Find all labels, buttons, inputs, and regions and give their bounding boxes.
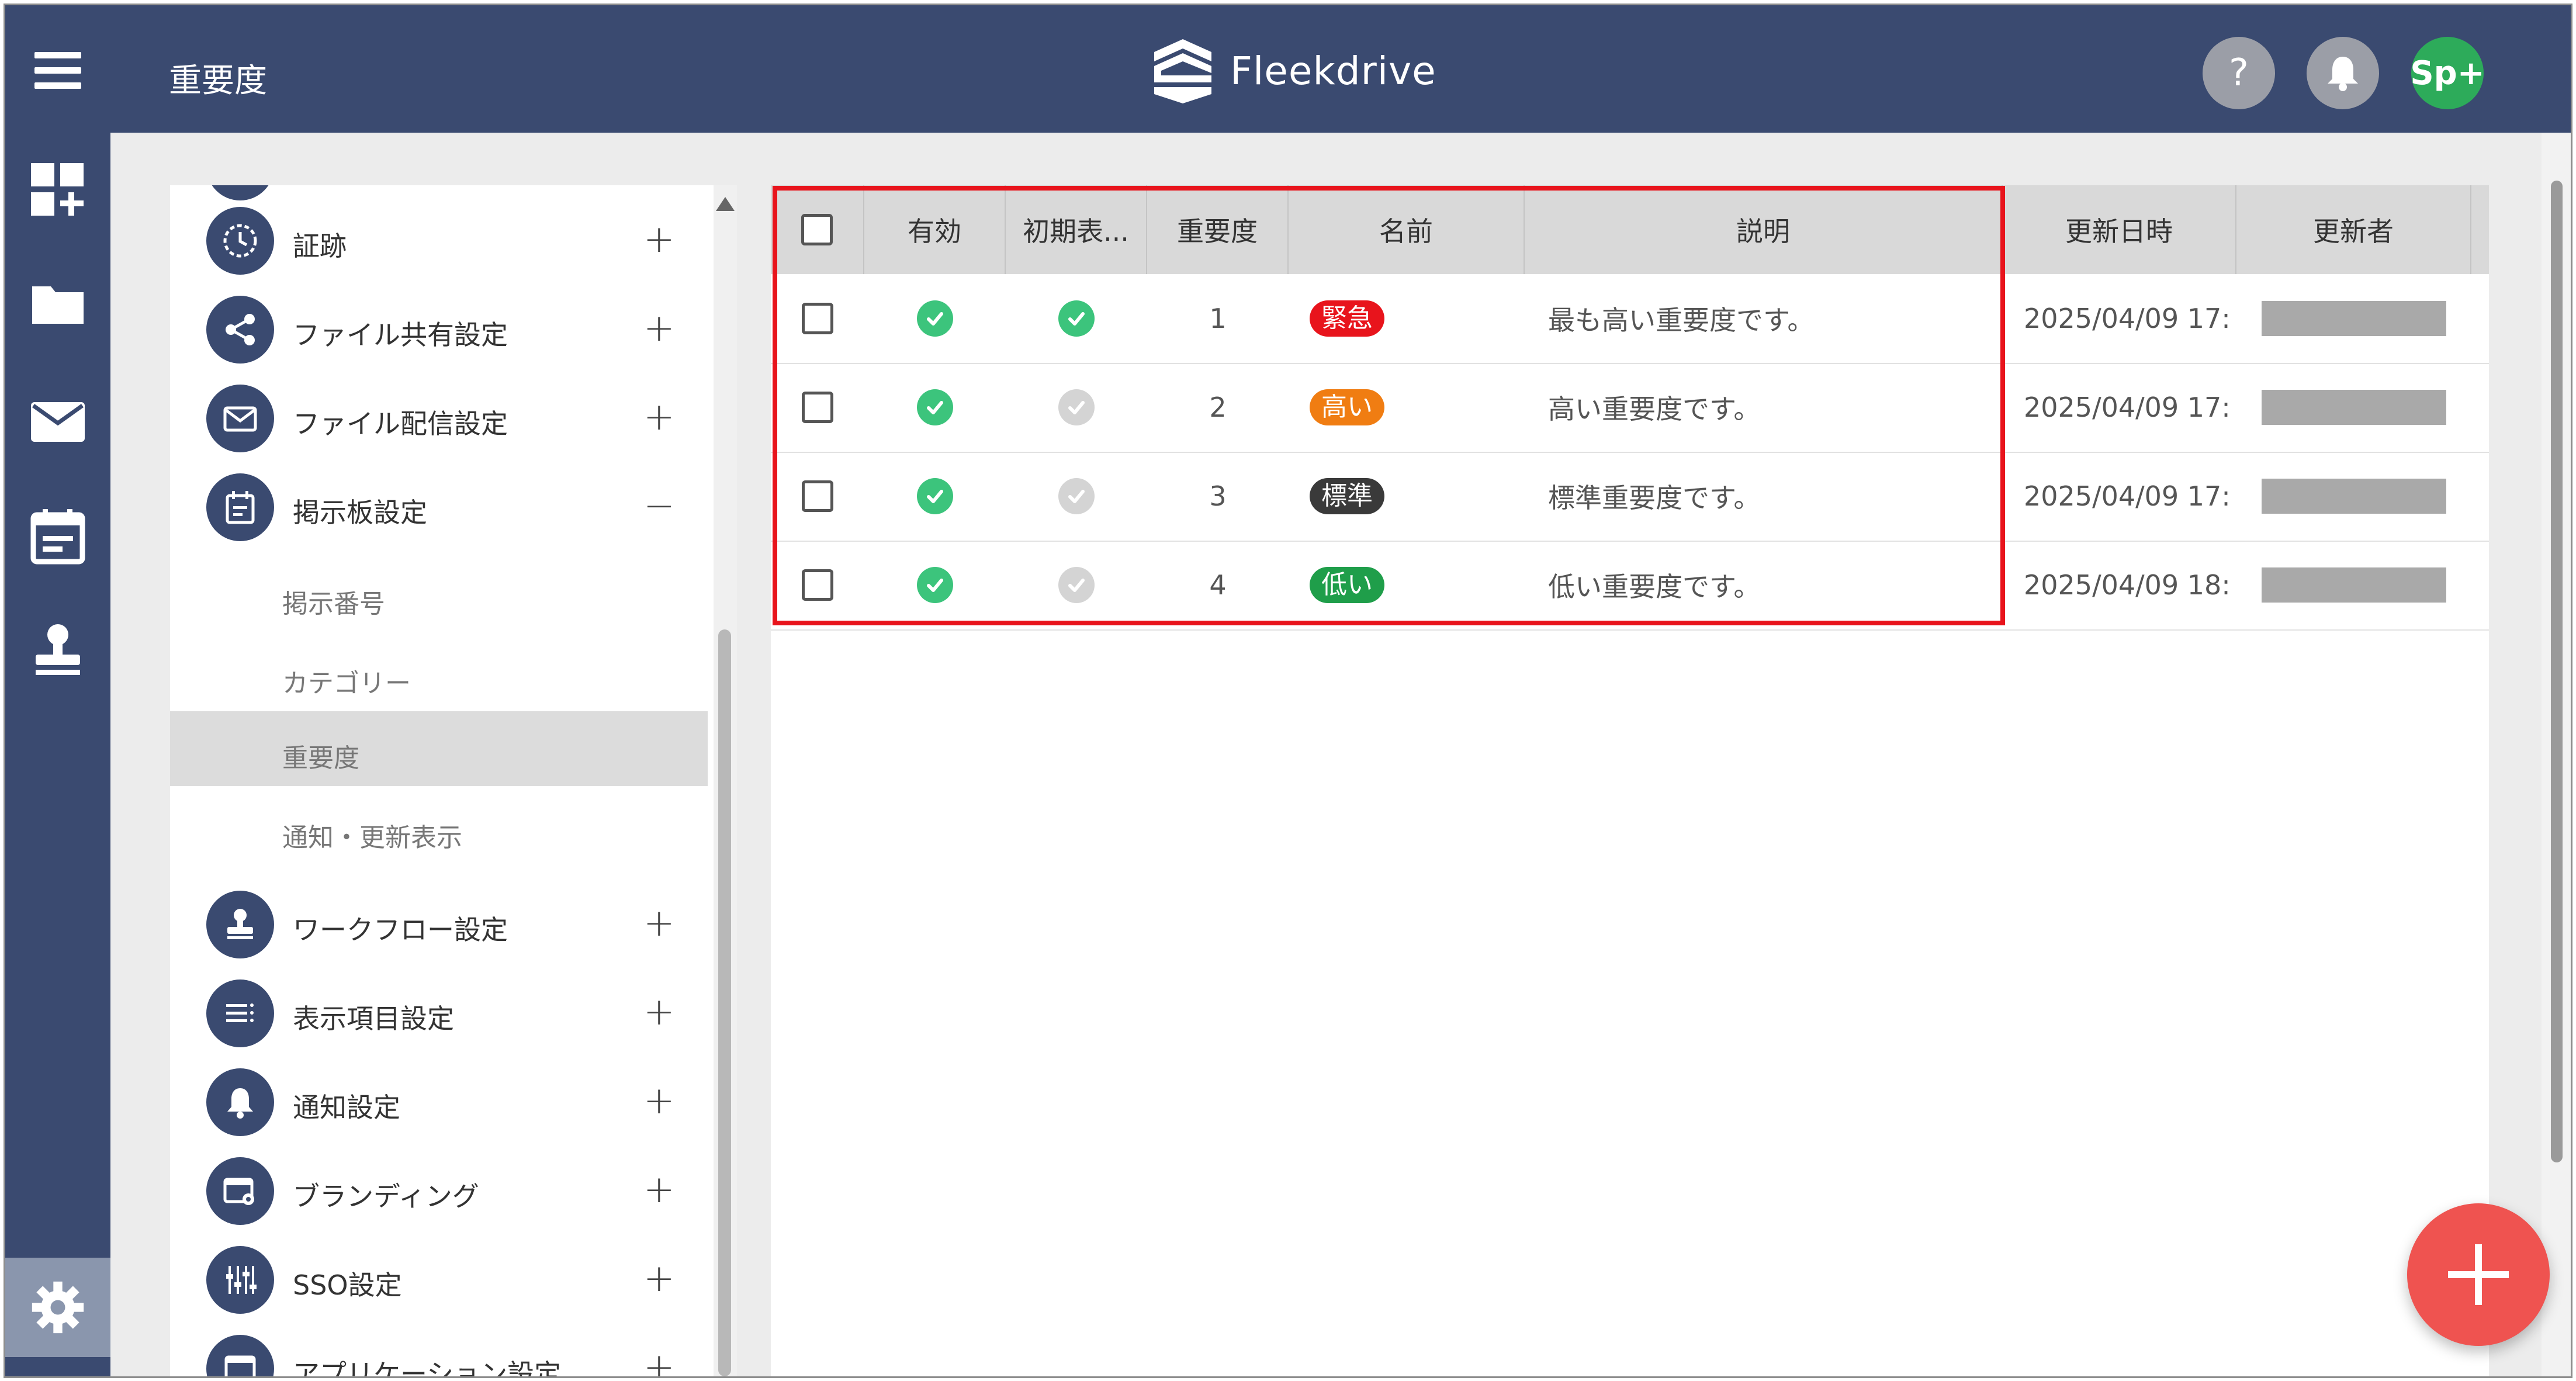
nav-item-label: ファイル共有設定 [293,319,508,351]
expand-toggle[interactable]: + [643,902,675,945]
nav-partial-icon [206,185,274,200]
nav-item-application[interactable]: アプリケーション設定 + [170,1331,708,1376]
nav-item-audit[interactable]: 証跡 + [170,203,708,279]
scroll-up-arrow-icon[interactable] [716,197,735,211]
expand-toggle[interactable]: + [643,1079,675,1123]
column-header[interactable]: 更新者 [2236,185,2471,274]
redacted-user [2262,390,2446,425]
nav-item-label: 掲示板設定 [293,497,427,528]
nav-item-display-fields[interactable]: 表示項目設定 + [170,975,708,1051]
mail-icon[interactable] [29,393,87,451]
nav-scrollbar-thumb[interactable] [718,629,731,1376]
nav-item-label: 証跡 [293,230,347,262]
subitem-label: 通知・更新表示 [282,823,462,853]
help-button[interactable]: ? [2203,37,2275,109]
updated-date-cell: 2025/04/09 18: [2024,569,2231,601]
user-avatar[interactable]: Sp+ [2410,37,2485,109]
fleekdrive-logo-icon [1154,39,1211,103]
expand-toggle[interactable]: + [643,1168,675,1212]
page-scrollbar-thumb[interactable] [2551,181,2563,1162]
hamburger-menu-icon[interactable] [34,52,81,91]
expand-toggle[interactable]: + [643,991,675,1034]
stamp-icon [206,891,274,958]
settings-rail-button[interactable] [5,1258,110,1357]
nav-item-branding[interactable]: ブランディング + [170,1153,708,1229]
dashboard-add-icon[interactable] [29,161,87,219]
share-icon [206,296,274,364]
app-icon [206,1335,274,1376]
nav-subitem-post-number[interactable]: 掲示番号 [170,557,708,632]
calendar-icon[interactable] [29,507,87,565]
expand-toggle[interactable]: + [643,1257,675,1300]
add-button[interactable] [2407,1203,2550,1346]
nav-item-label: 表示項目設定 [293,1003,454,1034]
nav-item-label: アプリケーション設定 [293,1358,562,1376]
updated-date-cell: 2025/04/09 17: [2024,392,2231,423]
redacted-user [2262,567,2446,603]
subitem-label: カテゴリー [282,669,411,698]
expand-toggle[interactable]: + [643,1346,675,1376]
brand-name: Fleekdrive [1230,48,1436,94]
gear-icon [32,1281,84,1334]
avatar-text: Sp+ [2410,54,2485,92]
nav-item-label: ブランディング [293,1181,479,1212]
nav-item-sso[interactable]: SSO設定 + [170,1242,708,1318]
redacted-user [2262,301,2446,336]
stamp-icon[interactable] [29,621,87,679]
mail-icon [206,385,274,452]
nav-item-file-delivery[interactable]: ファイル配信設定 + [170,380,708,456]
brand-logo[interactable]: Fleekdrive [1151,36,1436,106]
left-rail [5,133,110,1376]
nav-item-board[interactable]: 掲示板設定 − [170,469,708,545]
collapse-toggle[interactable]: − [643,484,675,528]
bell-icon [206,1068,274,1136]
settings-nav-panel: 証跡 + ファイル共有設定 + ファイル配信設定 + 掲示板設定 − 掲示番号 … [170,185,737,1376]
nav-subitem-category[interactable]: カテゴリー [170,636,708,711]
expand-toggle[interactable]: + [643,396,675,439]
plus-icon [2448,1244,2509,1305]
subitem-label: 掲示番号 [282,589,385,619]
branding-icon [206,1157,274,1225]
redacted-user [2262,479,2446,514]
list-icon [206,979,274,1047]
expand-toggle[interactable]: + [643,218,675,261]
nav-item-label: ワークフロー設定 [293,914,508,946]
nav-item-file-share[interactable]: ファイル共有設定 + [170,292,708,368]
nav-item-workflow[interactable]: ワークフロー設定 + [170,887,708,963]
help-icon: ? [2229,51,2249,95]
nav-item-label: 通知設定 [293,1092,400,1123]
updated-date-cell: 2025/04/09 17: [2024,303,2231,334]
nav-item-label: SSO設定 [293,1269,402,1301]
nav-item-notification[interactable]: 通知設定 + [170,1064,708,1140]
sliders-icon [206,1246,274,1314]
clock-icon [206,207,274,275]
updated-by-cell [2236,541,2471,629]
updated-by-cell [2236,452,2471,541]
subitem-label: 重要度 [282,743,359,773]
updated-date-cell: 2025/04/09 17: [2024,480,2231,512]
notifications-button[interactable] [2307,37,2379,109]
column-header[interactable]: 更新日時 [2003,185,2236,274]
nav-subitem-notification-display[interactable]: 通知・更新表示 [170,791,708,866]
nav-item-label: ファイル配信設定 [293,408,508,439]
page-title: 重要度 [169,62,267,100]
updated-by-cell [2236,274,2471,363]
highlight-box [773,186,2005,625]
updated-by-cell [2236,363,2471,452]
folder-icon[interactable] [29,276,87,334]
bell-icon [2328,57,2358,91]
top-header: 重要度 Fleekdrive ? Sp+ [5,5,2571,133]
expand-toggle[interactable]: + [643,307,675,350]
app-window: 重要度 Fleekdrive ? Sp+ 証跡 + ファイル共有設定 + ファイ… [4,4,2572,1378]
board-icon [206,473,274,541]
nav-subitem-importance[interactable]: 重要度 [170,711,708,786]
